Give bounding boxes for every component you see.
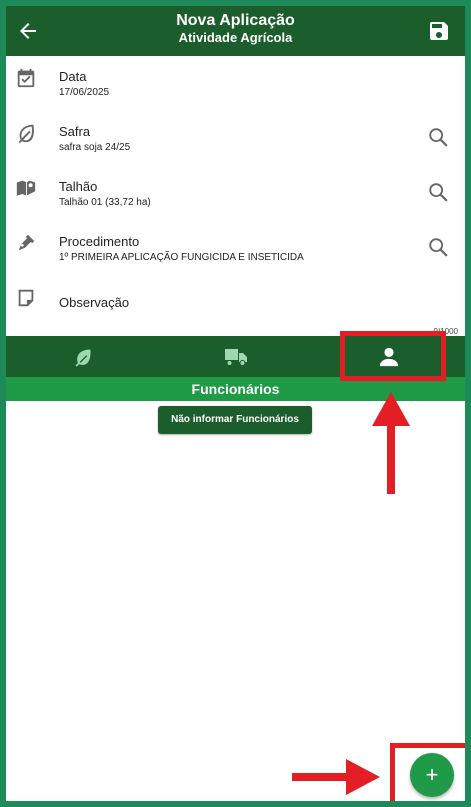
highlight-box	[340, 331, 446, 381]
tab-produtos[interactable]	[6, 336, 159, 377]
field-label: Procedimento	[59, 234, 140, 249]
field-value: safra soja 24/25	[59, 142, 131, 153]
form-fields: Data 17/06/2025 Safra safra soja 24/25 T…	[6, 56, 465, 331]
highlight-box	[390, 743, 465, 801]
note-icon	[18, 289, 34, 307]
field-value: Talhão 01 (33,72 ha)	[59, 197, 151, 208]
field-label: Data	[59, 69, 87, 84]
field-value: 1º PRIMEIRA APLICAÇÃO FUNGICIDA E INSETI…	[59, 252, 304, 263]
leaf-icon	[75, 349, 91, 367]
field-data[interactable]: Data 17/06/2025	[6, 56, 465, 111]
field-value: 17/06/2025	[59, 87, 110, 98]
page-subtitle: Atividade Agrícola	[178, 30, 293, 45]
tab-maquinas[interactable]	[159, 336, 312, 377]
map-marker-icon	[16, 180, 36, 196]
field-label: Talhão	[59, 179, 98, 194]
field-observacao[interactable]: Observação	[6, 276, 465, 331]
pen-nib-icon	[18, 234, 35, 251]
floppy-disk-icon[interactable]	[427, 19, 451, 43]
field-procedimento[interactable]: Procedimento 1º PRIMEIRA APLICAÇÃO FUNGI…	[6, 221, 465, 276]
top-app-bar: Nova Aplicação Atividade Agrícola	[6, 6, 465, 56]
calendar-check-icon	[17, 68, 35, 88]
arrow-right-annotation	[292, 759, 380, 795]
arrow-up-annotation	[372, 392, 410, 494]
field-label: Observação	[59, 295, 130, 310]
search-icon[interactable]	[427, 236, 449, 258]
page-title: Nova Aplicação	[176, 12, 295, 29]
field-label: Safra	[59, 124, 91, 139]
search-icon[interactable]	[427, 181, 449, 203]
leaf-icon	[18, 124, 34, 144]
app-screen: Nova Aplicação Atividade Agrícola Data 1…	[0, 0, 471, 807]
truck-icon	[224, 348, 247, 366]
field-talhao[interactable]: Talhão Talhão 01 (33,72 ha)	[6, 166, 465, 221]
search-icon[interactable]	[427, 126, 449, 148]
no-employees-button[interactable]: Não informar Funcionários	[158, 406, 312, 434]
title-block: Nova Aplicação Atividade Agrícola	[6, 11, 465, 46]
field-safra[interactable]: Safra safra soja 24/25	[6, 111, 465, 166]
